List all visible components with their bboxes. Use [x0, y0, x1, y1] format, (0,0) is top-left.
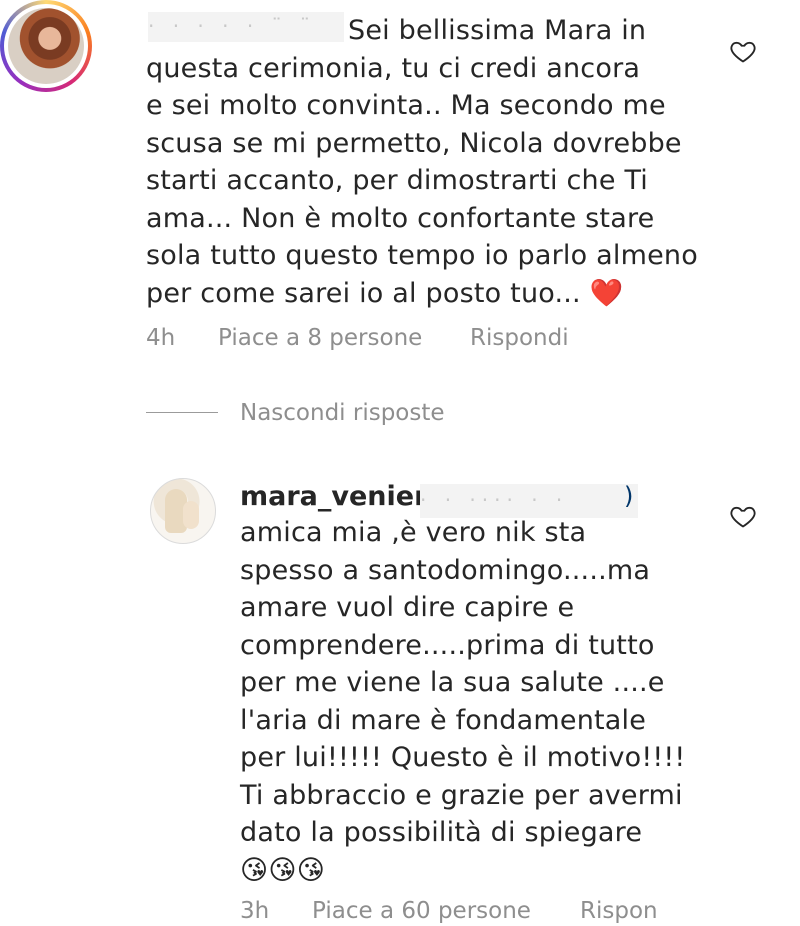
likes-count-link[interactable]: Piace a 60 persone — [312, 896, 531, 926]
reply-line: amica mia ,è vero nik sta — [240, 517, 587, 548]
redacted-mention: · · ···· · · — [420, 484, 638, 518]
mention-end: ) — [624, 482, 634, 510]
comment: · · · · · ¨ ¨ Sei bellissima Mara in que… — [0, 0, 800, 370]
reply-button[interactable]: Rispon — [580, 896, 658, 926]
heart-outline-icon[interactable] — [729, 502, 757, 530]
avatar-figure — [183, 501, 199, 529]
avatar-story-ring-gap — [4, 4, 88, 88]
reply-line: per lui!!!!! Questo è il motivo!!!! — [240, 742, 686, 773]
comment-body: Sei bellissima Mara in questa cerimonia,… — [146, 12, 698, 312]
comment-line: e sei molto convinta.. Ma secondo me — [146, 90, 666, 121]
reply-line: l'aria di mare è fondamentale — [240, 704, 647, 736]
reply-line: per me viene la sua salute ....e — [240, 667, 665, 698]
reply-line: spesso a santodomingo.....ma — [240, 554, 651, 586]
comment-line: Sei bellissima Mara in — [348, 15, 647, 46]
reply-line: dato la possibilità di spiegare — [240, 817, 643, 848]
commenter-avatar[interactable] — [0, 0, 92, 92]
hide-replies-label: Nascondi risposte — [240, 400, 445, 426]
reply-body: amica mia ,è vero nik sta spesso a santo… — [240, 514, 685, 889]
avatar-photo — [8, 8, 84, 84]
reply-line: amare vuol dire capire e — [240, 592, 575, 623]
comment-line: per come sarei io al posto tuo... ❤️ — [146, 277, 624, 309]
reply-time: 3h — [240, 898, 270, 924]
reply-line: comprendere.....prima di tutto — [240, 629, 655, 661]
reply-username[interactable]: mara_venier — [240, 478, 427, 515]
reply-button[interactable]: Rispondi — [470, 323, 569, 353]
comment-line: sola tutto questo tempo io parlo almeno — [146, 240, 698, 271]
comment-line: scusa se mi permetto, Nicola dovrebbe — [146, 127, 682, 159]
reply-line: Ti abbraccio e grazie per avermi — [240, 779, 683, 811]
replies-divider-line — [146, 412, 218, 413]
comment-line: ama... Non è molto confortante stare — [146, 202, 655, 234]
reply-avatar[interactable] — [150, 478, 216, 544]
kiss-emoji-line: 😘😘😘 — [240, 854, 326, 886]
heart-outline-icon[interactable] — [729, 37, 757, 65]
comment-time: 4h — [146, 325, 176, 351]
likes-count-link[interactable]: Piace a 8 persone — [218, 323, 422, 353]
comment-line: questa cerimonia, tu ci credi ancora — [146, 52, 641, 84]
comment-line: starti accanto, per dimostrarti che Ti — [146, 165, 649, 196]
